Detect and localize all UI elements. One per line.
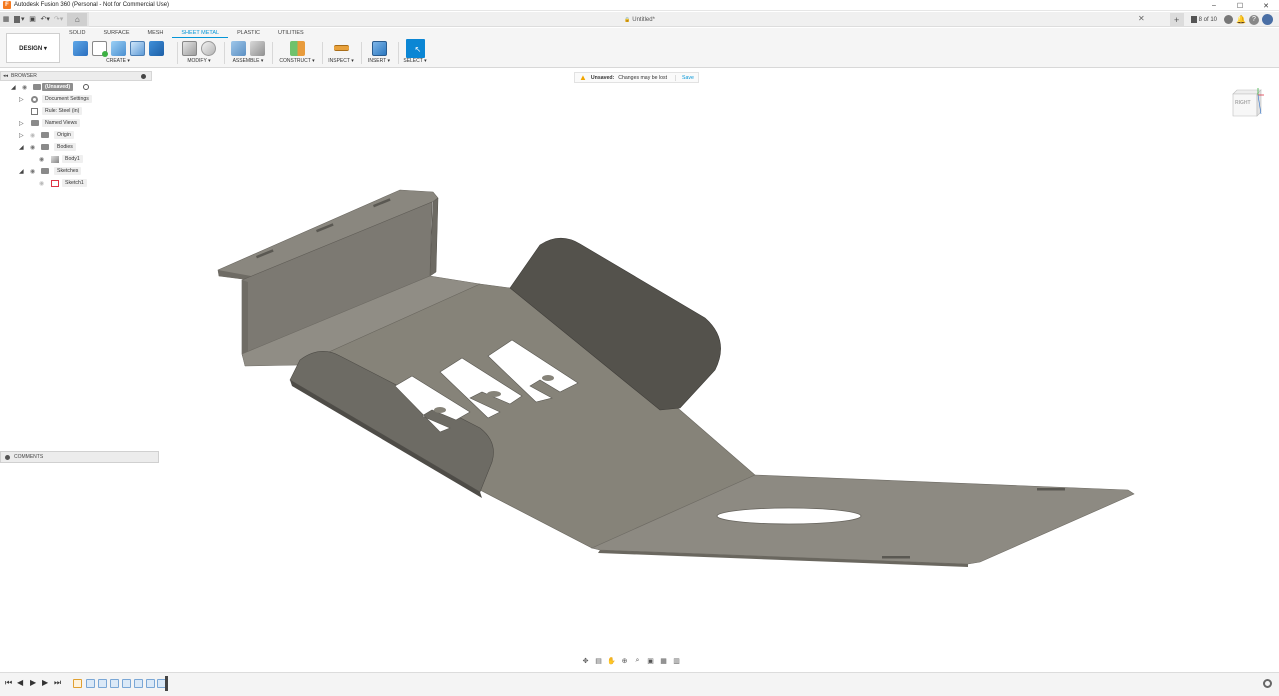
folder-icon xyxy=(41,144,49,150)
zoom-icon[interactable]: ⊕ xyxy=(619,656,630,666)
sheet-metal-rule-icon xyxy=(31,107,38,115)
visibility-eye-icon[interactable]: ◉ xyxy=(22,84,27,91)
timeline-marker[interactable] xyxy=(165,676,168,691)
browser-title: BROWSER xyxy=(11,73,37,79)
expand-arrow-icon[interactable]: ◢ xyxy=(19,144,25,151)
tree-item-document-settings[interactable]: ▷ Document Settings xyxy=(0,93,152,105)
comments-title: COMMENTS xyxy=(14,454,44,460)
navigation-bar: ✥ ▤ ✋ ⊕ ⌕ ▣ ▦ ▥ xyxy=(580,655,682,667)
pin-icon[interactable] xyxy=(141,74,146,79)
activate-radio-icon[interactable] xyxy=(83,84,89,90)
timeline-flange-icon[interactable] xyxy=(122,679,131,688)
body-icon xyxy=(51,155,59,163)
viewports-icon[interactable]: ▥ xyxy=(671,656,682,666)
component-icon xyxy=(33,84,41,90)
unsaved-status: Unsaved: xyxy=(590,74,615,81)
pan-icon[interactable]: ✋ xyxy=(606,656,617,666)
collapsed-arrow-icon[interactable]: ▷ xyxy=(19,120,25,127)
gear-icon xyxy=(31,95,38,103)
folder-icon xyxy=(31,120,39,126)
hidden-eye-icon[interactable]: ◉ xyxy=(39,180,44,187)
orbit-icon[interactable]: ✥ xyxy=(580,656,591,666)
display-settings-icon[interactable]: ▣ xyxy=(645,656,656,666)
tree-item-bodies[interactable]: ◢ ◉ Bodies xyxy=(0,141,152,153)
unsaved-notice: ▲ Unsaved: Changes may be lost Save xyxy=(574,72,699,83)
comments-panel[interactable]: COMMENTS xyxy=(0,451,159,463)
step-forward-icon[interactable]: ▶ xyxy=(42,678,48,687)
save-link[interactable]: Save xyxy=(675,74,694,81)
sheet-metal-model[interactable] xyxy=(0,0,1279,696)
play-icon[interactable]: ▶ xyxy=(30,678,36,687)
expand-arrow-icon[interactable]: ◢ xyxy=(11,84,17,91)
grid-settings-icon[interactable]: ▦ xyxy=(658,656,669,666)
timeline-sketch-icon[interactable] xyxy=(73,679,82,688)
tree-label-bodies: Bodies xyxy=(54,143,76,151)
tree-item-sketch1[interactable]: ◉ Sketch1 xyxy=(0,177,152,189)
timeline-flange-icon[interactable] xyxy=(86,679,95,688)
viewport xyxy=(0,0,1279,696)
expand-arrow-icon[interactable]: ◢ xyxy=(19,168,25,175)
collapsed-arrow-icon[interactable]: ▷ xyxy=(19,96,25,103)
timeline: ⏮ ◀ ▶ ▶ ⏭ xyxy=(0,672,1279,696)
unsaved-message: Changes may be lost xyxy=(618,74,668,81)
tree-label-sketch1: Sketch1 xyxy=(62,179,87,187)
fit-icon[interactable]: ⌕ xyxy=(632,656,643,666)
comments-toggle-icon[interactable] xyxy=(5,454,10,460)
folder-icon xyxy=(41,168,49,174)
tree-label-body1: Body1 xyxy=(62,155,83,163)
tree-item-body1[interactable]: ◉ Body1 xyxy=(0,153,152,165)
collapsed-arrow-icon[interactable]: ▷ xyxy=(19,132,25,139)
timeline-settings-gear-icon[interactable] xyxy=(1263,679,1272,688)
visibility-eye-icon[interactable]: ◉ xyxy=(30,168,35,175)
look-at-icon[interactable]: ▤ xyxy=(593,656,604,666)
timeline-flange-icon[interactable] xyxy=(134,679,143,688)
browser-panel: ◂◂ BROWSER ◢ ◉ (Unsaved) ▷ Document Sett… xyxy=(0,71,152,195)
go-to-end-icon[interactable]: ⏭ xyxy=(54,678,61,688)
collapse-panel-icon[interactable]: ◂◂ xyxy=(3,73,8,79)
tree-label-named-views: Named Views xyxy=(42,119,80,127)
tree-item-named-views[interactable]: ▷ Named Views xyxy=(0,117,152,129)
view-cube-face-label: RIGHT xyxy=(1235,100,1251,106)
tree-label-sketches: Sketches xyxy=(54,167,82,175)
fusion-window: F Autodesk Fusion 360 (Personal - Not fo… xyxy=(0,0,1279,696)
tree-label-root: (Unsaved) xyxy=(42,83,74,91)
go-to-start-icon[interactable]: ⏮ xyxy=(5,678,12,688)
hidden-eye-icon[interactable]: ◉ xyxy=(30,132,35,139)
tree-item-origin[interactable]: ▷ ◉ Origin xyxy=(0,129,152,141)
browser-header[interactable]: ◂◂ BROWSER xyxy=(0,71,152,81)
tree-item-rule[interactable]: Rule: Steel (in) xyxy=(0,105,152,117)
timeline-flange-icon[interactable] xyxy=(146,679,155,688)
tree-label-origin: Origin xyxy=(54,131,74,139)
tree-label-document-settings: Document Settings xyxy=(42,95,92,103)
visibility-eye-icon[interactable]: ◉ xyxy=(30,144,35,151)
timeline-flange-icon[interactable] xyxy=(98,679,107,688)
tree-label-rule: Rule: Steel (in) xyxy=(42,107,83,115)
tree-item-root[interactable]: ◢ ◉ (Unsaved) xyxy=(0,81,152,93)
tree-item-sketches[interactable]: ◢ ◉ Sketches xyxy=(0,165,152,177)
folder-icon xyxy=(41,132,49,138)
timeline-flange-icon[interactable] xyxy=(110,679,119,688)
sketch-icon xyxy=(51,179,59,187)
view-cube[interactable]: RIGHT xyxy=(1229,86,1265,120)
step-back-icon[interactable]: ◀ xyxy=(17,678,23,687)
visibility-eye-icon[interactable]: ◉ xyxy=(39,156,44,163)
warning-icon: ▲ xyxy=(579,73,587,82)
